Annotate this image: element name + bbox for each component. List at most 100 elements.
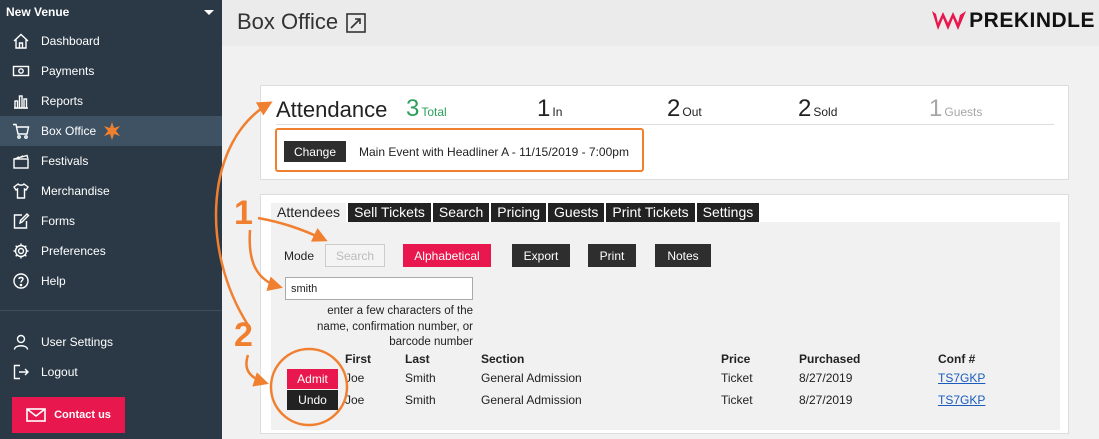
admit-button[interactable]: Admit [287, 369, 338, 389]
sidebar-item-label: User Settings [41, 335, 114, 349]
topbar: Box Office PREKINDLE [222, 0, 1099, 46]
sidebar-item-label: Reports [41, 94, 84, 108]
sidebar-item-dashboard[interactable]: Dashboard [0, 26, 222, 56]
stat-value: 1 [537, 95, 551, 122]
cell-last: Smith [405, 393, 436, 407]
sidebar-divider [0, 310, 222, 311]
sidebar-item-help[interactable]: Help [0, 266, 222, 296]
sidebar-item-label: Festivals [41, 154, 89, 168]
tab-settings[interactable]: Settings [696, 203, 760, 222]
page-title: Box Office [237, 9, 339, 34]
column-header-conf: Conf # [938, 352, 976, 366]
tab-content: Mode Search Alphabetical Export Print No… [271, 222, 1060, 430]
attendee-search-input[interactable] [285, 277, 473, 300]
sidebar: New Venue Dashboard Payments Reports Box… [0, 0, 222, 439]
cell-last: Smith [405, 371, 436, 385]
sidebar-item-payments[interactable]: Payments [0, 56, 222, 86]
sidebar-item-forms[interactable]: Forms [0, 206, 222, 236]
cell-section: General Admission [481, 371, 582, 385]
bar-chart-icon [10, 92, 32, 110]
tab-search[interactable]: Search [432, 203, 490, 222]
logout-icon [10, 363, 32, 381]
search-hint: enter a few characters of the name, conf… [317, 305, 473, 348]
mode-alphabetical-button[interactable]: Alphabetical [403, 244, 491, 267]
attendance-panel: Attendance 3 Total 1 In 2 Out 2 Sold 1 G… [260, 85, 1069, 180]
cell-first: Joe [345, 371, 365, 385]
column-header-purchased: Purchased [799, 352, 861, 366]
stat-value: 2 [798, 95, 812, 122]
print-button[interactable]: Print [588, 244, 636, 267]
mail-icon [26, 408, 54, 422]
change-event-button[interactable]: Change [284, 141, 346, 162]
column-header-price: Price [721, 352, 751, 366]
tab-attendees[interactable]: Attendees [271, 203, 347, 222]
flame-logo-icon [932, 11, 967, 30]
tab-print-tickets[interactable]: Print Tickets [606, 203, 695, 222]
film-icon [10, 152, 32, 170]
export-button[interactable]: Export [512, 244, 570, 267]
stat-value: 3 [406, 95, 420, 122]
sidebar-item-festivals[interactable]: Festivals [0, 146, 222, 176]
venue-selector[interactable]: New Venue [6, 5, 216, 21]
user-icon [10, 333, 32, 351]
stat-total: 3 Total [406, 95, 447, 123]
external-link-icon[interactable] [345, 12, 367, 34]
column-header-first: First [345, 352, 372, 366]
home-icon [10, 32, 32, 50]
help-icon [10, 272, 32, 290]
cell-purchased: 8/27/2019 [799, 371, 853, 385]
notes-button[interactable]: Notes [655, 244, 711, 267]
contact-us-button[interactable]: Contact us [12, 397, 125, 433]
attendance-title: Attendance [276, 97, 388, 122]
tab-bar: Attendees Sell Tickets Search Pricing Gu… [271, 203, 761, 222]
sidebar-item-label: Merchandise [41, 184, 110, 198]
sidebar-item-preferences[interactable]: Preferences [0, 236, 222, 266]
sidebar-item-label: Help [41, 274, 66, 288]
shirt-icon [10, 182, 32, 200]
stat-guests: 1 Guests [929, 95, 982, 123]
undo-button[interactable]: Undo [287, 390, 338, 410]
sidebar-item-label: Preferences [41, 244, 106, 258]
star-icon [102, 121, 122, 141]
stat-value: 1 [929, 95, 943, 122]
tab-pricing[interactable]: Pricing [491, 203, 547, 222]
tab-guests[interactable]: Guests [548, 203, 605, 222]
sidebar-item-user-settings[interactable]: User Settings [0, 327, 222, 357]
edit-icon [10, 212, 32, 230]
stat-sold: 2 Sold [798, 95, 837, 123]
sidebar-item-reports[interactable]: Reports [0, 86, 222, 116]
sidebar-item-box-office[interactable]: Box Office [0, 116, 222, 146]
cell-purchased: 8/27/2019 [799, 393, 853, 407]
stat-label: Guests [944, 105, 983, 119]
contact-us-label: Contact us [54, 409, 111, 421]
mode-label: Mode [284, 249, 315, 263]
brand-logo: PREKINDLE [930, 8, 1095, 34]
mode-search-button[interactable]: Search [325, 244, 385, 267]
caret-down-icon [204, 10, 214, 15]
stat-in: 1 In [537, 95, 562, 123]
conf-link[interactable]: TS7GKP [938, 371, 985, 385]
brand-name: PREKINDLE [969, 9, 1095, 32]
column-header-section: Section [481, 352, 525, 366]
sidebar-item-label: Logout [41, 365, 78, 379]
attendees-panel: Attendees Sell Tickets Search Pricing Gu… [260, 194, 1069, 434]
sidebar-item-label: Forms [41, 214, 75, 228]
column-header-last: Last [405, 352, 430, 366]
sidebar-item-merchandise[interactable]: Merchandise [0, 176, 222, 206]
sidebar-item-label: Box Office [41, 124, 97, 138]
conf-link[interactable]: TS7GKP [938, 393, 985, 407]
stat-label: In [552, 105, 563, 119]
stat-out: 2 Out [667, 95, 702, 123]
stat-label: Total [421, 105, 447, 119]
stat-label: Sold [813, 105, 838, 119]
money-icon [10, 62, 32, 80]
cart-icon [10, 122, 32, 140]
divider [276, 124, 1054, 125]
sidebar-item-label: Dashboard [41, 34, 100, 48]
venue-name: New Venue [6, 5, 70, 19]
gear-icon [10, 242, 32, 260]
stat-label: Out [682, 105, 702, 119]
cell-price: Ticket [721, 393, 753, 407]
sidebar-item-logout[interactable]: Logout [0, 357, 222, 387]
tab-sell-tickets[interactable]: Sell Tickets [348, 203, 431, 222]
